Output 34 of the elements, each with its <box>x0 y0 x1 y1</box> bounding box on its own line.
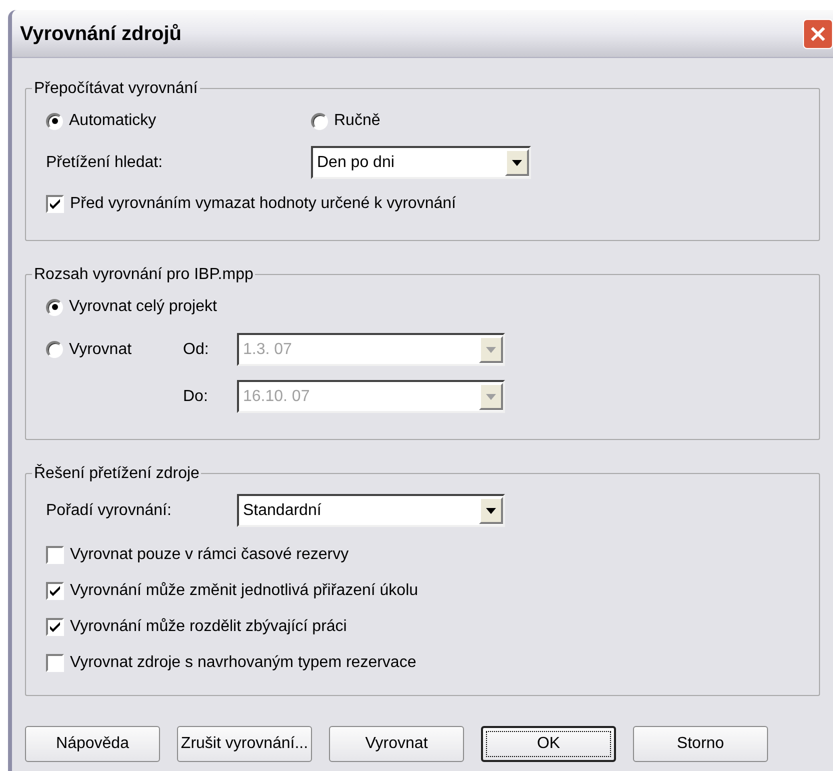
field-label: Do: <box>183 386 209 406</box>
radio-label: Automaticky <box>69 111 156 131</box>
checkbox[interactable] <box>46 582 64 600</box>
check-icon <box>49 585 61 597</box>
window-title: Vyrovnání zdrojů <box>20 22 182 46</box>
radio-label: Ručně <box>334 111 380 131</box>
dropdown-field[interactable]: Standardní <box>237 494 505 527</box>
checkbox-label: Vyrovnání může rozdělit zbývající práci <box>70 617 347 637</box>
dropdown-field[interactable]: Den po dni <box>311 146 531 179</box>
checkbox[interactable] <box>46 546 64 564</box>
check-icon <box>49 621 61 633</box>
radio-label: Vyrovnat celý projekt <box>69 297 217 317</box>
radio-button[interactable] <box>46 341 63 358</box>
radio-button[interactable] <box>311 112 328 130</box>
dialog-button[interactable]: Vyrovnat <box>329 726 464 762</box>
field-label: Pořadí vyrovnání: <box>46 500 172 520</box>
dialog-button[interactable]: OK <box>481 726 616 762</box>
dialog-button[interactable]: Nápověda <box>25 726 160 762</box>
dialog-button[interactable]: Storno <box>633 726 768 762</box>
checkbox[interactable] <box>46 195 64 213</box>
field-label: Od: <box>183 340 210 360</box>
field-label: Přetížení hledat: <box>46 152 164 172</box>
checkbox-label: Vyrovnání může změnit jednotlivá přiřazení úkolu <box>70 581 418 601</box>
checkbox-label: Vyrovnat zdroje s navrhovaným typem rezervace <box>70 653 416 673</box>
checkbox[interactable] <box>46 618 64 636</box>
checkbox[interactable] <box>46 654 64 672</box>
radio-button[interactable] <box>46 298 63 316</box>
checkbox-label: Před vyrovnáním vymazat hodnoty určené k vyrovnání <box>70 194 456 214</box>
dialog-button[interactable]: Zrušit vyrovnání... <box>177 726 312 762</box>
radio-button[interactable] <box>46 112 63 130</box>
close-icon[interactable] <box>803 18 833 48</box>
checkbox-label: Vyrovnat pouze v rámci časové rezervy <box>70 545 349 565</box>
check-icon <box>49 198 61 210</box>
radio-label: Vyrovnat <box>69 340 132 360</box>
